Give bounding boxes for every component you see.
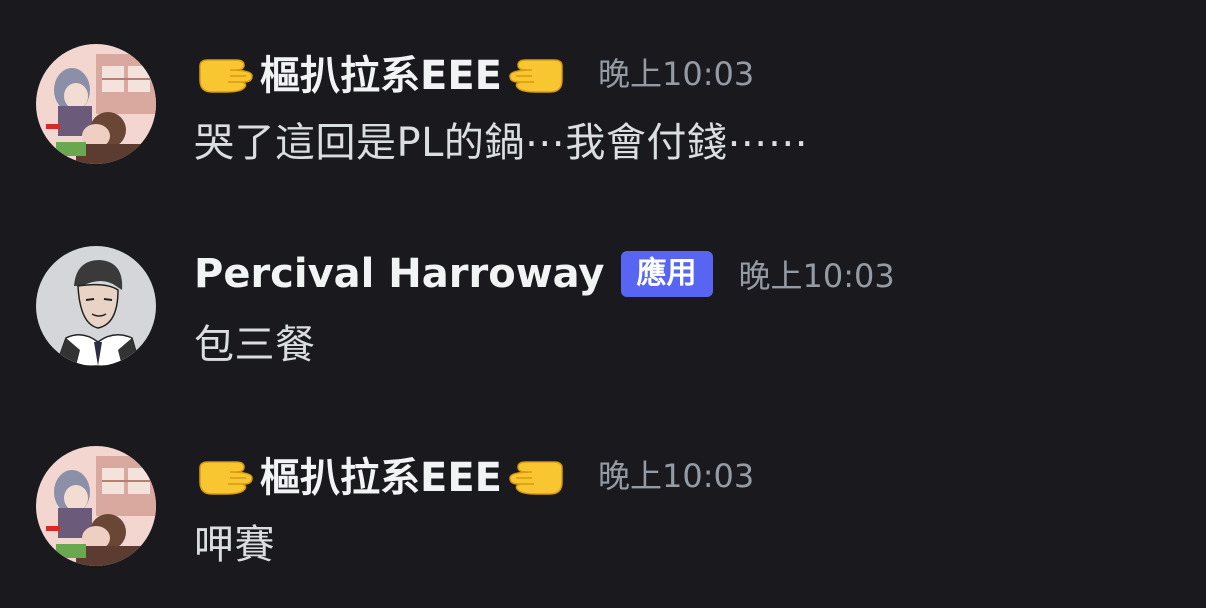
message-content: 哭了這回是PL的鍋⋯我會付錢⋯⋯ [194,120,809,166]
message-header: Percival Harroway 應用 晚上10:03 [194,244,895,304]
chat-message: Percival Harroway 應用 晚上10:03 包三餐 [0,240,1206,400]
hand-pointing-right-icon [196,452,258,496]
anime-character-avatar-image [36,446,156,566]
avatar[interactable] [36,446,156,566]
timestamp[interactable]: 晚上10:03 [598,451,754,497]
app-badge: 應用 [620,251,713,297]
chat-message: 樞扒拉系EEE 晚上10:03 哭了這回是PL的鍋⋯我會付錢⋯⋯ [0,38,1206,198]
hand-pointing-left-icon [504,452,566,496]
avatar[interactable] [36,44,156,164]
suited-man-sketch-avatar-image [36,246,156,366]
hand-pointing-left-icon [504,50,566,94]
avatar[interactable] [36,246,156,366]
message-header: 樞扒拉系EEE 晚上10:03 [194,42,754,102]
username[interactable]: Percival Harroway [194,251,605,297]
username-text: 樞扒拉系EEE [260,455,502,501]
chat-message-list: 樞扒拉系EEE 晚上10:03 哭了這回是PL的鍋⋯我會付錢⋯⋯ Perciva… [0,0,1206,608]
username[interactable]: 樞扒拉系EEE [194,43,568,101]
hand-pointing-right-icon [196,50,258,94]
timestamp[interactable]: 晚上10:03 [739,251,895,297]
chat-message: 樞扒拉系EEE 晚上10:03 呷賽 [0,440,1206,600]
username[interactable]: 樞扒拉系EEE [194,445,568,503]
username-text: 樞扒拉系EEE [260,53,502,99]
anime-character-avatar-image [36,44,156,164]
timestamp[interactable]: 晚上10:03 [598,49,754,95]
message-content: 包三餐 [194,322,316,368]
message-header: 樞扒拉系EEE 晚上10:03 [194,444,754,504]
message-content: 呷賽 [194,522,275,568]
